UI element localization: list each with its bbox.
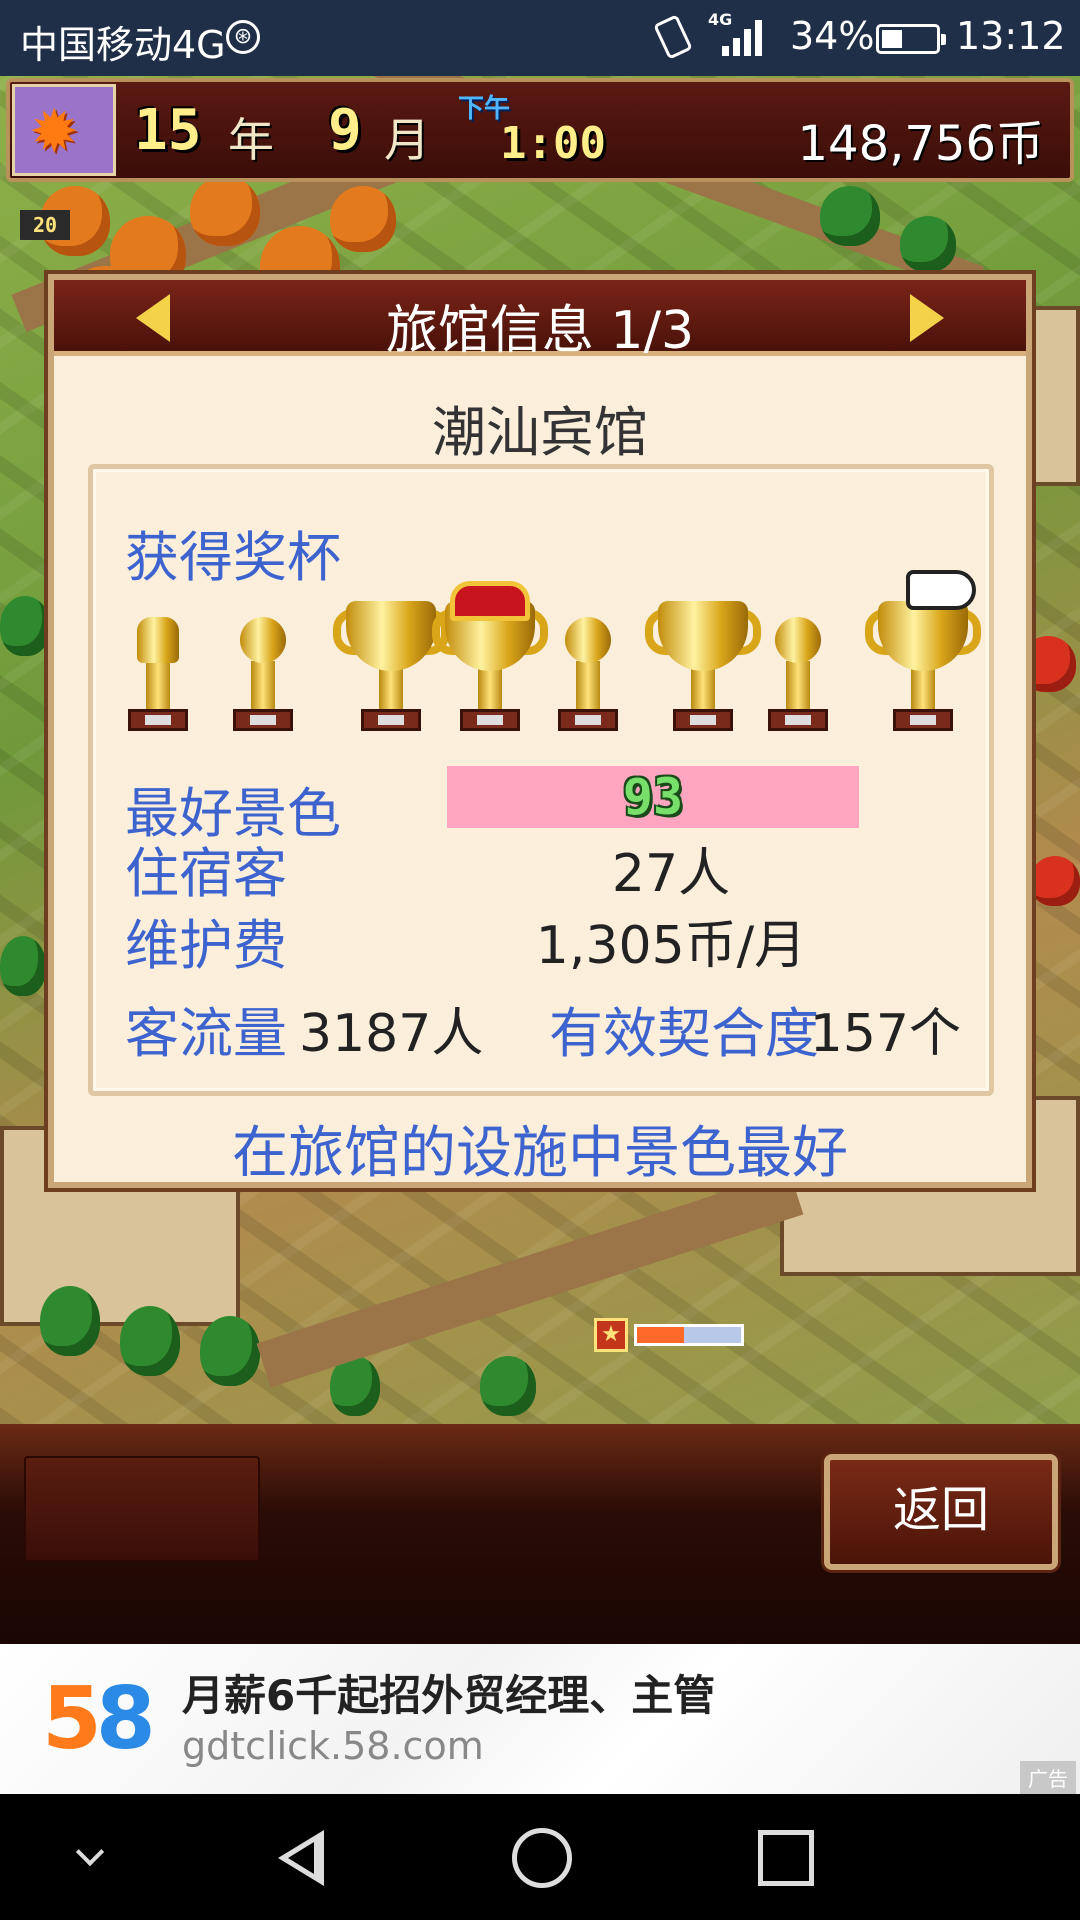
chevron-down-icon[interactable] xyxy=(64,1794,114,1920)
ad-tag: 广告 xyxy=(1020,1761,1076,1794)
star-icon: ★ xyxy=(594,1318,628,1352)
popularity-bar xyxy=(634,1324,744,1346)
month-number: 9 xyxy=(328,98,362,163)
vibrate-icon xyxy=(653,14,693,60)
nav-recent-apps-icon[interactable] xyxy=(756,1794,816,1920)
trophy-icon xyxy=(228,581,298,731)
money-display: 148,756币 xyxy=(797,116,1045,172)
trophy-icon xyxy=(123,581,193,731)
nav-home-icon[interactable] xyxy=(510,1794,572,1920)
trophy-icon xyxy=(553,581,623,731)
action-bar: 返回 xyxy=(0,1424,1080,1644)
inn-info-dialog: 旅馆信息 1/3 潮汕宾馆 获得奖杯 最好景色 93 住宿客 27人 维护费 1… xyxy=(48,274,1032,1188)
signal-icon xyxy=(722,18,768,56)
trophy-icon xyxy=(432,581,548,731)
month-unit: 月 xyxy=(384,113,430,167)
carrier-name: 中国移动4G xyxy=(20,23,226,67)
stats-panel: 获得奖杯 最好景色 93 住宿客 27人 维护费 1,305币/月 客流量 31… xyxy=(88,464,994,1096)
popularity-bar-fill xyxy=(637,1327,684,1343)
empty-action-slot xyxy=(24,1456,260,1562)
best-view-score: 93 xyxy=(622,768,684,826)
upkeep-value: 1,305币/月 xyxy=(535,916,807,976)
season-badge: ✹ xyxy=(12,84,116,176)
corner-counter-badge: 20 xyxy=(20,210,70,240)
best-view-bar: 93 xyxy=(447,766,859,828)
guests-value: 27人 xyxy=(611,844,731,904)
battery-icon xyxy=(876,24,946,54)
ad-headline[interactable]: 月薪6千起招外贸经理、主管 xyxy=(182,1662,715,1723)
synergy-value: 157个 xyxy=(809,1004,961,1064)
top-hud: ✹ 15 年 9 月 下午 1:00 148,756币 xyxy=(6,78,1074,182)
pointing-hand-icon xyxy=(906,570,976,610)
game-clock: 1:00 xyxy=(500,118,606,169)
back-button[interactable]: 返回 xyxy=(824,1454,1058,1570)
trophy-icon xyxy=(331,581,451,731)
hotel-name: 潮汕宾馆 xyxy=(432,401,648,464)
dialog-footer-text: 在旅馆的设施中景色最好 xyxy=(232,1121,848,1186)
battery-percent: 34% xyxy=(790,14,875,58)
battery-level xyxy=(882,30,902,48)
logo-digit-five: 5 xyxy=(42,1669,102,1769)
year-number: 15 xyxy=(134,98,202,163)
58-logo: 58 xyxy=(42,1674,156,1764)
nav-back-icon[interactable] xyxy=(270,1794,330,1920)
traffic-label: 客流量 xyxy=(125,1002,287,1065)
next-page-arrow-icon[interactable] xyxy=(910,294,944,342)
trophy-icon xyxy=(643,581,763,731)
maple-leaf-icon: ✹ xyxy=(29,97,80,167)
status-clock: 13:12 xyxy=(956,14,1066,58)
year-unit: 年 xyxy=(228,113,274,167)
traffic-value: 3187人 xyxy=(299,1004,484,1064)
ad-domain: gdtclick.58.com xyxy=(182,1724,484,1768)
facility-star-meter[interactable]: ★ xyxy=(594,1318,748,1352)
status-bar: 中国移动4G ⊛ 4G 34% 13:12 xyxy=(0,0,1080,76)
trophy-row xyxy=(123,581,981,731)
dialog-titlebar: 旅馆信息 1/3 xyxy=(54,280,1026,361)
logo-digit-eight: 8 xyxy=(95,1669,156,1769)
trophy-icon xyxy=(763,581,833,731)
synergy-label: 有效契合度 xyxy=(549,1002,819,1065)
dialog-title: 旅馆信息 1/3 xyxy=(385,301,695,361)
ad-banner[interactable]: 58 月薪6千起招外贸经理、主管 gdtclick.58.com 广告 xyxy=(0,1644,1080,1794)
system-nav-bar xyxy=(0,1794,1080,1920)
sync-icon: ⊛ xyxy=(226,20,260,54)
